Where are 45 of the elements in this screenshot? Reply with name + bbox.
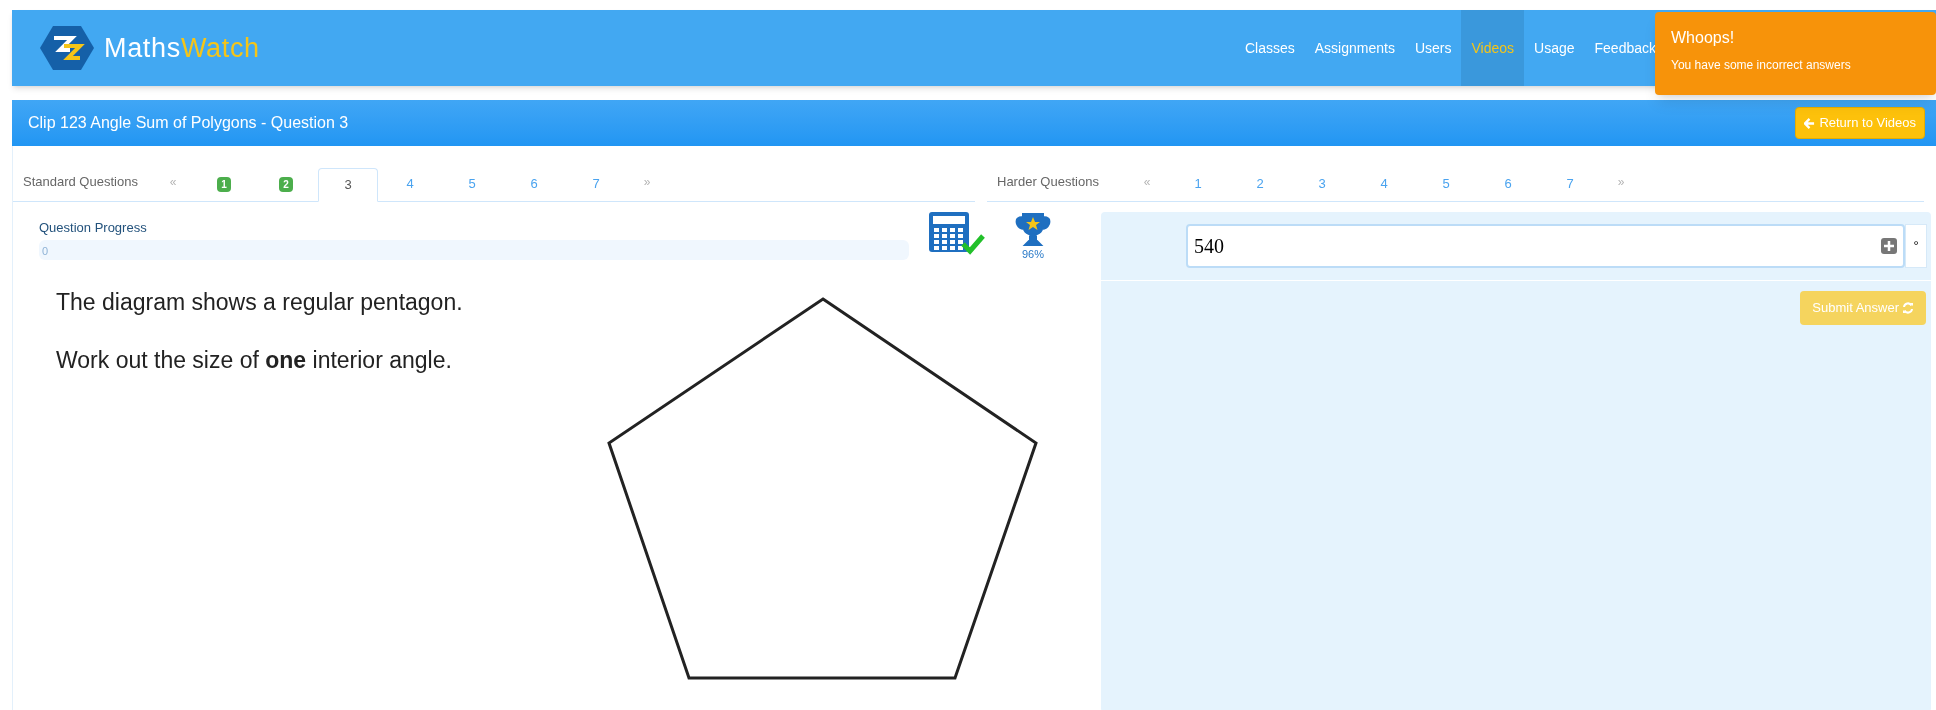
nav-link[interactable]: Assignments [1304, 10, 1405, 86]
section-label: Standard Questions [22, 172, 139, 191]
question-tab[interactable]: 4 [1354, 167, 1414, 201]
question-tab[interactable]: 3 [318, 168, 378, 202]
question-text: The diagram shows a regular pentagon. [56, 287, 464, 317]
progress-reading: 0 [42, 243, 49, 259]
answer-input[interactable]: 540 [1194, 231, 1881, 261]
question-tab[interactable]: 2 [256, 167, 316, 201]
logo-text: Watch [180, 31, 260, 65]
question-tab[interactable]: 6 [504, 167, 564, 201]
alert-title: Whoops! [1671, 28, 1736, 48]
logo-text: Maths [104, 31, 181, 65]
answer-field[interactable]: 540 [1186, 224, 1905, 268]
question-tab[interactable]: 7 [1540, 167, 1600, 201]
question-tab[interactable]: 1 [1168, 167, 1228, 201]
question-tab[interactable]: 5 [442, 167, 502, 201]
next-arrow[interactable]: » [627, 173, 667, 201]
page-title: Clip 123 Angle Sum of Polygons - Question 3 [28, 113, 349, 133]
trophy-icon [1015, 212, 1051, 246]
alert-message: You have some incorrect answers [1671, 57, 1852, 74]
refresh-icon [1902, 302, 1914, 314]
plus-icon[interactable] [1881, 238, 1897, 254]
next-arrow[interactable]: » [1601, 173, 1641, 201]
previous-arrow[interactable]: « [153, 173, 193, 201]
question-tab[interactable]: 3 [1292, 167, 1352, 201]
question-tab[interactable]: 2 [1230, 167, 1290, 201]
question-tab[interactable]: 4 [380, 167, 440, 201]
progress-label: Question Progress [39, 219, 148, 237]
return-button[interactable]: Return to Videos [1795, 107, 1925, 139]
question-tab[interactable]: 5 [1416, 167, 1476, 201]
score-text: 96% [1022, 247, 1044, 262]
question-tab[interactable]: 1 [194, 167, 254, 201]
nav-link[interactable]: Users [1404, 10, 1462, 86]
submit-button[interactable]: Submit Answer [1800, 291, 1926, 325]
question-tab[interactable]: 6 [1478, 167, 1538, 201]
nav-link[interactable]: Usage [1524, 10, 1585, 86]
unit-addon: ° [1905, 224, 1927, 268]
nav-link[interactable]: Videos [1461, 10, 1525, 86]
arrow-left-icon [1804, 117, 1816, 129]
question-tab[interactable]: 7 [566, 167, 626, 201]
previous-arrow[interactable]: « [1127, 173, 1167, 201]
question-text: Work out the size of one interior angle. [56, 346, 453, 375]
nav-link[interactable]: Classes [1234, 10, 1305, 86]
logo-icon [40, 24, 94, 72]
section-label: Harder Questions [996, 172, 1100, 191]
